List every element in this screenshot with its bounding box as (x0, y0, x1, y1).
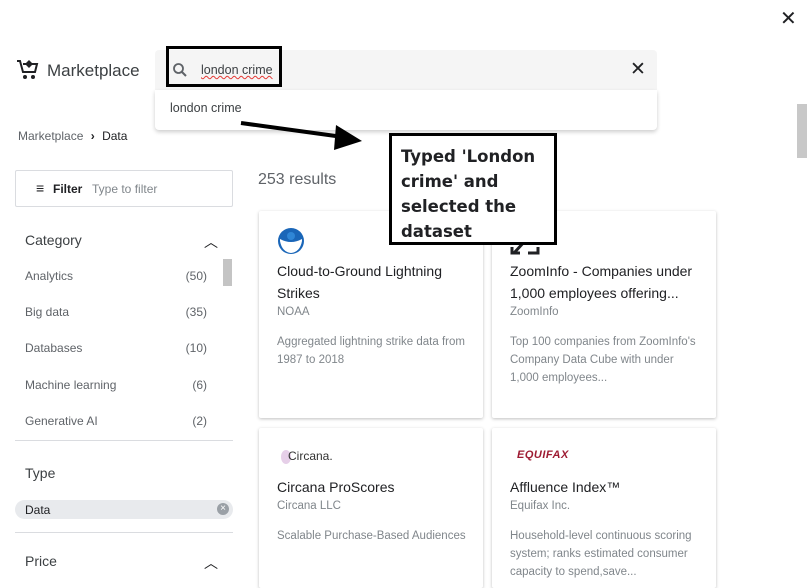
remove-chip-icon[interactable]: × (217, 503, 229, 515)
divider (15, 440, 233, 441)
breadcrumb-data: Data (102, 129, 128, 143)
breadcrumb: Marketplace › Data (18, 129, 127, 143)
category-item[interactable]: Databases (25, 341, 82, 355)
category-count: (50) (185, 269, 207, 283)
filter-input[interactable]: ≡ Filter Type to filter (15, 170, 233, 207)
results-count: 253 results (258, 171, 337, 188)
equifax-logo: EQUIFAX (517, 449, 569, 461)
card-description: Aggregated lightning strike data from 19… (277, 336, 465, 366)
annotation-box: Typed 'London crime' and selected the da… (389, 133, 557, 245)
dataset-card[interactable]: Circana. Circana ProScores Circana LLC S… (259, 428, 483, 588)
clear-search-icon[interactable]: ✕ (630, 58, 646, 81)
category-item[interactable]: Big data (25, 305, 69, 319)
card-provider: Equifax Inc. (510, 500, 571, 512)
category-count: (35) (185, 305, 207, 319)
category-heading: Category (25, 232, 82, 248)
app-title: Marketplace (47, 61, 140, 80)
category-count: (10) (185, 341, 207, 355)
card-title: Cloud-to-Ground Lightning Strikes (277, 263, 442, 301)
card-description: Top 100 companies from ZoomInfo's Compan… (510, 336, 696, 384)
breadcrumb-marketplace[interactable]: Marketplace (18, 129, 83, 143)
chevron-up-icon[interactable]: ︿ (204, 553, 218, 573)
category-scrollbar[interactable] (223, 259, 232, 286)
circana-logo-text: Circana. (288, 449, 333, 463)
type-chip[interactable]: Data × (15, 500, 233, 519)
dataset-card[interactable]: EQUIFAX Affluence Index™ Equifax Inc. Ho… (492, 428, 716, 588)
category-count: (2) (192, 414, 207, 428)
suggestion-item[interactable]: london crime (170, 101, 242, 115)
card-description: Household-level continuous scoring syste… (510, 530, 692, 578)
card-title: ZoomInfo - Companies under 1,000 employe… (510, 263, 693, 301)
card-title: Circana ProScores (277, 479, 395, 495)
page-scrollbar[interactable] (797, 104, 807, 158)
card-title: Affluence Index™ (510, 479, 621, 495)
card-provider: NOAA (277, 306, 310, 318)
category-item[interactable]: Analytics (25, 269, 73, 283)
chevron-up-icon[interactable]: ︿ (204, 232, 218, 252)
annotation-arrow (240, 121, 362, 150)
category-item[interactable]: Generative AI (25, 414, 98, 428)
category-item[interactable]: Machine learning (25, 378, 116, 392)
chevron-right-icon: › (90, 129, 95, 143)
filter-label: Filter (53, 182, 83, 196)
close-icon[interactable]: ✕ (780, 6, 797, 31)
filter-icon: ≡ (36, 180, 45, 196)
highlight-box (166, 46, 282, 87)
circana-logo: Circana. (281, 449, 333, 464)
divider (15, 532, 233, 533)
card-provider: Circana LLC (277, 500, 341, 512)
cart-icon (17, 60, 39, 79)
card-provider: ZoomInfo (510, 306, 559, 318)
filter-placeholder: Type to filter (92, 182, 158, 196)
card-description: Scalable Purchase-Based Audiences (277, 530, 466, 542)
noaa-logo (278, 228, 304, 254)
type-heading: Type (25, 465, 56, 481)
category-count: (6) (192, 378, 207, 392)
chip-label: Data (25, 503, 51, 517)
price-heading: Price (25, 553, 57, 569)
